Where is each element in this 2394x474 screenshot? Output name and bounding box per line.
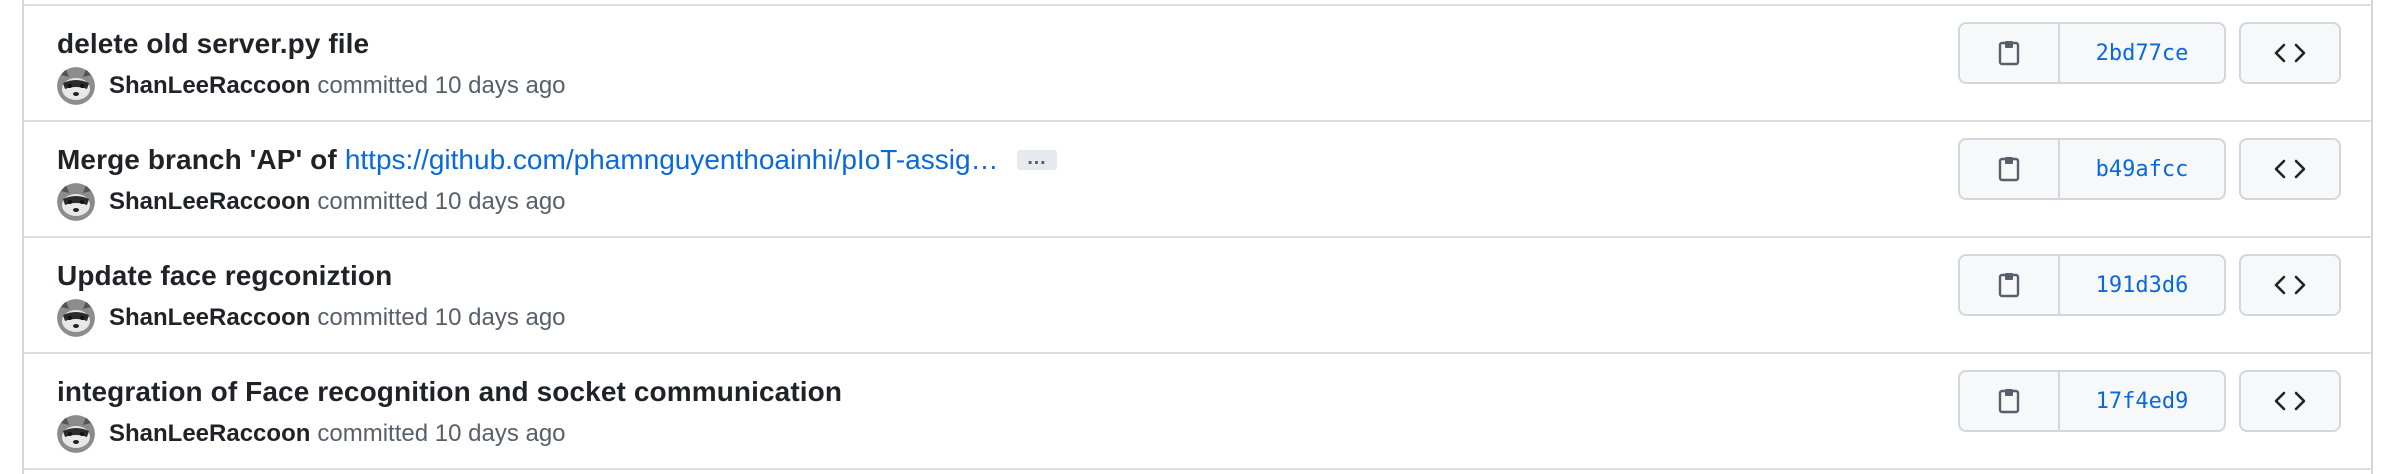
clipboard-icon — [1998, 389, 2020, 414]
browse-repo-button[interactable] — [2239, 254, 2341, 316]
clipboard-icon — [1998, 157, 2020, 182]
commit-meta: ShanLeeRaccoon committed 10 days ago — [57, 182, 566, 222]
commit-row: integration of Face recognition and sock… — [24, 352, 2371, 468]
commit-title-line: Merge branch 'AP' of https://github.com/… — [57, 140, 1057, 180]
author-avatar[interactable] — [57, 183, 95, 221]
commit-history-page: delete old server.py file ShanLeeRaccoon… — [0, 0, 2394, 474]
copy-sha-button[interactable] — [1960, 140, 2060, 198]
commit-author[interactable]: ShanLeeRaccoon — [109, 72, 310, 100]
clipboard-icon — [1998, 41, 2020, 66]
commit-sha-button-group: 17f4ed9 — [1958, 370, 2226, 432]
commit-title-link[interactable]: https://github.com/phamnguyenthoainhi/pI… — [345, 144, 999, 176]
commit-sha-button-group: b49afcc — [1958, 138, 2226, 200]
expand-message-button[interactable]: … — [1016, 148, 1057, 170]
commit-row: Update face regconiztion ShanLeeRaccoon … — [24, 236, 2371, 352]
commit-sha-link[interactable]: 191d3d6 — [2060, 256, 2224, 314]
copy-sha-button[interactable] — [1960, 256, 2060, 314]
commit-time: committed 10 days ago — [317, 188, 566, 215]
copy-sha-button[interactable] — [1960, 24, 2060, 82]
code-icon — [2274, 391, 2306, 411]
commit-title-line: integration of Face recognition and sock… — [57, 372, 842, 412]
browse-repo-button[interactable] — [2239, 370, 2341, 432]
commit-title[interactable]: integration of Face recognition and sock… — [57, 376, 842, 408]
code-icon — [2274, 275, 2306, 295]
copy-sha-button[interactable] — [1960, 372, 2060, 430]
commit-author[interactable]: ShanLeeRaccoon — [109, 304, 310, 332]
code-icon — [2274, 43, 2306, 63]
commit-sha-button-group: 191d3d6 — [1958, 254, 2226, 316]
commit-time: committed 10 days ago — [317, 72, 566, 99]
commit-title[interactable]: delete old server.py file — [57, 28, 369, 60]
code-icon — [2274, 159, 2306, 179]
commit-meta: ShanLeeRaccoon committed 10 days ago — [57, 66, 566, 106]
commit-sha-link[interactable]: b49afcc — [2060, 140, 2224, 198]
commit-title-line: delete old server.py file — [57, 24, 369, 64]
commit-meta: ShanLeeRaccoon committed 10 days ago — [57, 298, 566, 338]
author-avatar[interactable] — [57, 299, 95, 337]
commit-author[interactable]: ShanLeeRaccoon — [109, 420, 310, 448]
commit-time: committed 10 days ago — [317, 420, 566, 447]
browse-repo-button[interactable] — [2239, 22, 2341, 84]
commit-row: Merge branch 'AP' of https://github.com/… — [24, 120, 2371, 236]
commit-sha-link[interactable]: 17f4ed9 — [2060, 372, 2224, 430]
commit-row: delete old server.py file ShanLeeRaccoon… — [24, 4, 2371, 120]
commit-sha-link[interactable]: 2bd77ce — [2060, 24, 2224, 82]
author-avatar[interactable] — [57, 67, 95, 105]
browse-repo-button[interactable] — [2239, 138, 2341, 200]
commit-meta: ShanLeeRaccoon committed 10 days ago — [57, 414, 566, 454]
commit-title[interactable]: Merge branch 'AP' of — [57, 144, 337, 176]
commit-sha-button-group: 2bd77ce — [1958, 22, 2226, 84]
author-avatar[interactable] — [57, 415, 95, 453]
commit-author[interactable]: ShanLeeRaccoon — [109, 188, 310, 216]
commit-time: committed 10 days ago — [317, 304, 566, 331]
clipboard-icon — [1998, 273, 2020, 298]
commit-title[interactable]: Update face regconiztion — [57, 260, 392, 292]
commit-title-line: Update face regconiztion — [57, 256, 392, 296]
commit-list: delete old server.py file ShanLeeRaccoon… — [22, 0, 2373, 474]
list-divider — [24, 468, 2371, 470]
